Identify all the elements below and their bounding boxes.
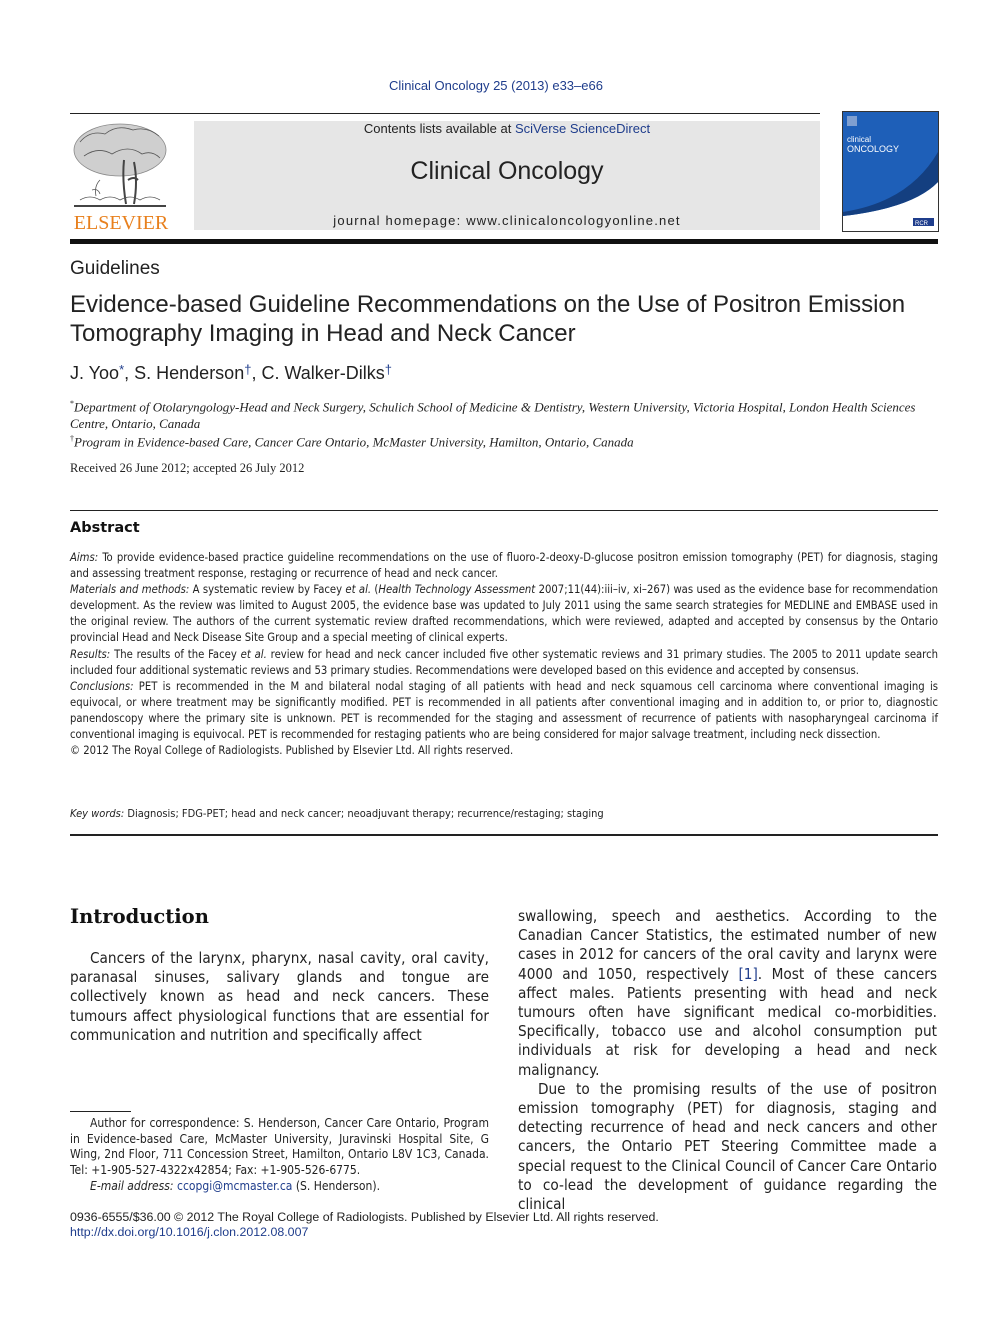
intro-paragraph: Cancers of the larynx, pharynx, nasal ca… <box>70 949 489 1044</box>
elsevier-tree-icon <box>73 123 167 207</box>
abstract-heading: Abstract <box>70 520 140 536</box>
journal-masthead: Contents lists available at SciVerse Sci… <box>194 121 820 230</box>
introduction-heading: Introduction <box>70 905 209 928</box>
cover-title-line1: clinical <box>847 135 871 144</box>
affiliation-text: Program in Evidence-based Care, Cancer C… <box>74 434 634 450</box>
homepage-url-link[interactable]: www.clinicaloncologyonline.net <box>466 213 681 228</box>
email-label: E-mail address: <box>90 1178 174 1193</box>
author-separator: , <box>124 363 135 383</box>
abstract-methods: Materials and methods: A systematic revi… <box>70 582 938 646</box>
abstract-top-divider <box>70 510 938 511</box>
journal-homepage: journal homepage: www.clinicaloncologyon… <box>194 213 820 228</box>
affiliation-text: Department of Otolaryngology-Head and Ne… <box>70 399 916 432</box>
cover-title-line2: ONCOLOGY <box>847 144 899 154</box>
cover-publisher-mark-icon <box>847 116 857 126</box>
abstract-copyright: © 2012 The Royal College of Radiologists… <box>70 744 514 758</box>
et-al: et al. <box>240 647 267 661</box>
body-column-left: Cancers of the larynx, pharynx, nasal ca… <box>70 949 489 1045</box>
issn-copyright-line: 0936-6555/$36.00 © 2012 The Royal Colleg… <box>70 1210 659 1224</box>
body-column-right: swallowing, speech and aesthetics. Accor… <box>518 907 937 1214</box>
abstract-results: Results: The results of the Facey et al.… <box>70 647 938 679</box>
contents-prefix: Contents lists available at <box>363 121 515 136</box>
conclusions-text: PET is recommended in the M and bilatera… <box>70 679 938 742</box>
footnote-divider <box>70 1111 131 1112</box>
doi-link[interactable]: http://dx.doi.org/10.1016/j.clon.2012.08… <box>70 1225 308 1239</box>
article-section-type: Guidelines <box>70 258 160 279</box>
author-list: J. Yoo*, S. Henderson†, C. Walker-Dilks† <box>70 362 392 384</box>
elsevier-wordmark: ELSEVIER <box>73 212 169 234</box>
homepage-prefix: journal homepage: <box>333 213 467 228</box>
journal-reference-link[interactable]: Clinical Oncology 25 (2013) e33–e66 <box>0 78 992 93</box>
header-thick-divider <box>70 239 938 244</box>
journal-name: Clinical Oncology <box>410 157 604 185</box>
methods-source: Health Technology Assessment <box>378 583 536 597</box>
author-separator: , <box>251 363 262 383</box>
et-al: et al. <box>345 583 372 597</box>
citation-link[interactable]: [1] <box>738 965 757 983</box>
aims-label: Aims: <box>70 551 99 564</box>
author-affiliation-mark[interactable]: † <box>385 362 392 377</box>
methods-text: A systematic review by Facey <box>189 583 346 597</box>
methods-label: Materials and methods: <box>70 583 190 597</box>
top-divider <box>70 113 820 114</box>
contents-line: Contents lists available at SciVerse Sci… <box>194 121 820 136</box>
intro-paragraph: Due to the promising results of the use … <box>518 1079 937 1214</box>
correspondence-text: Author for correspondence: S. Henderson,… <box>70 1116 489 1178</box>
aims-text: To provide evidence-based practice guide… <box>70 551 938 581</box>
email-link[interactable]: ccopgi@mcmaster.ca <box>177 1179 292 1193</box>
author-name[interactable]: S. Henderson <box>134 363 244 383</box>
elsevier-logo[interactable]: ELSEVIER <box>70 120 172 234</box>
cover-badge-text: RCR <box>915 221 929 227</box>
keywords-label: Key words: <box>70 807 125 820</box>
abstract-conclusions: Conclusions: PET is recommended in the M… <box>70 679 938 743</box>
article-title: Evidence-based Guideline Recommendations… <box>70 291 906 347</box>
keywords-text: Diagnosis; FDG-PET; head and neck cancer… <box>124 807 604 820</box>
affiliation: †Program in Evidence-based Care, Cancer … <box>70 430 930 450</box>
correspondence-footnote: Author for correspondence: S. Henderson,… <box>70 1116 489 1195</box>
sciencedirect-link[interactable]: SciVerse ScienceDirect <box>515 121 650 136</box>
abstract-aims: Aims: To provide evidence-based practice… <box>70 550 938 582</box>
abstract-body: Aims: To provide evidence-based practice… <box>70 550 938 759</box>
email-line: E-mail address: ccopgi@mcmaster.ca (S. H… <box>70 1179 489 1195</box>
conclusions-label: Conclusions: <box>70 679 134 693</box>
results-text: The results of the Facey <box>110 647 241 661</box>
affiliation: *Department of Otolaryngology-Head and N… <box>70 395 930 432</box>
author-name[interactable]: C. Walker-Dilks <box>261 363 384 383</box>
journal-cover-image: clinical ONCOLOGY RCR <box>843 112 938 227</box>
intro-paragraph-continued: swallowing, speech and aesthetics. Accor… <box>518 907 937 1080</box>
email-suffix: (S. Henderson). <box>292 1178 381 1193</box>
author-name[interactable]: J. Yoo <box>70 363 119 383</box>
received-dates: Received 26 June 2012; accepted 26 July … <box>70 461 305 475</box>
keywords: Key words: Diagnosis; FDG-PET; head and … <box>70 807 604 820</box>
journal-cover-thumbnail[interactable]: clinical ONCOLOGY RCR <box>842 111 939 232</box>
abstract-bottom-divider <box>70 834 938 836</box>
results-label: Results: <box>70 647 111 661</box>
